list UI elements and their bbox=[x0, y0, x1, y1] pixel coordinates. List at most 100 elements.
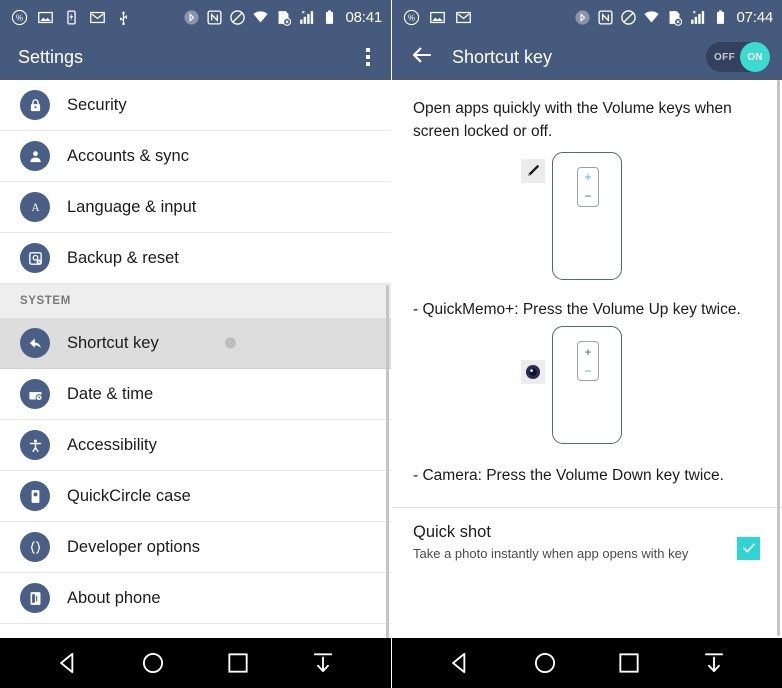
diagram-quickmemo: + − bbox=[392, 144, 782, 299]
home-button[interactable] bbox=[130, 640, 176, 686]
braces-icon bbox=[20, 532, 50, 562]
battery-icon bbox=[717, 9, 725, 24]
sidebar-item-label: Date & time bbox=[67, 384, 154, 403]
status-icons-right: 07:44 bbox=[574, 9, 773, 26]
sidebar-item-label: About phone bbox=[67, 588, 161, 607]
volume-keys-group: + − bbox=[577, 341, 599, 382]
quick-shot-setting[interactable]: Quick shot Take a photo instantly when a… bbox=[392, 508, 782, 563]
gmail-icon bbox=[90, 11, 105, 23]
sidebar-item-developer-options[interactable]: Developer options bbox=[0, 522, 391, 573]
sidebar-item-label: Language & input bbox=[67, 197, 197, 216]
shortcut-key-app-bar: Shortcut key OFF ON bbox=[392, 34, 782, 80]
wifi-icon bbox=[644, 10, 660, 22]
percent-circle-icon: % bbox=[403, 9, 420, 25]
sidebar-item-accessibility[interactable]: Accessibility bbox=[0, 420, 391, 471]
shortcut-key-toggle[interactable]: OFF ON bbox=[706, 42, 770, 72]
status-clock: 08:41 bbox=[345, 8, 382, 26]
accessibility-icon bbox=[20, 430, 50, 460]
intro-description: Open apps quickly with the Volume keys w… bbox=[413, 100, 732, 141]
nfc-icon bbox=[598, 9, 614, 25]
usb-icon bbox=[120, 10, 127, 25]
sidebar-item-backup-reset[interactable]: Backup & reset bbox=[0, 233, 391, 284]
page-title: Settings bbox=[18, 46, 84, 67]
content-scrollbar[interactable] bbox=[777, 80, 780, 636]
bluetooth-icon bbox=[575, 9, 591, 25]
sidebar-item-label: Accounts & sync bbox=[67, 146, 189, 165]
volume-down-key: − bbox=[584, 363, 592, 378]
status-icons-left: % bbox=[403, 9, 472, 26]
quick-shot-text: Quick shot Take a photo instantly when a… bbox=[413, 523, 737, 563]
sidebar-item-quickcircle-case[interactable]: QuickCircle case bbox=[0, 471, 391, 522]
toggle-on-label: ON bbox=[740, 42, 770, 72]
svg-text:%: % bbox=[16, 13, 23, 22]
backup-icon bbox=[20, 243, 50, 273]
back-button[interactable] bbox=[437, 640, 483, 686]
do-not-disturb-icon bbox=[621, 9, 637, 25]
quick-shot-subtitle: Take a photo instantly when app opens wi… bbox=[413, 545, 689, 561]
bluetooth-icon bbox=[184, 9, 200, 25]
hide-navbar-button[interactable] bbox=[300, 640, 346, 686]
sd-card-error-icon bbox=[278, 10, 292, 26]
image-icon bbox=[38, 11, 53, 23]
sidebar-item-label: Shortcut key bbox=[67, 333, 159, 352]
overflow-menu-icon[interactable] bbox=[357, 44, 379, 70]
volume-up-key: + bbox=[584, 170, 592, 184]
sidebar-item-label: QuickCircle case bbox=[67, 486, 191, 505]
touch-ripple-indicator bbox=[225, 337, 236, 349]
svg-text:A: A bbox=[31, 202, 40, 214]
status-bar-right: % 07:44 bbox=[392, 0, 782, 34]
recents-button[interactable] bbox=[215, 640, 261, 686]
back-arrow-icon[interactable] bbox=[410, 43, 434, 72]
caption-quickmemo: - QuickMemo+: Press the Volume Up key tw… bbox=[413, 300, 741, 318]
gmail-icon bbox=[456, 11, 471, 23]
signal-bars-icon bbox=[300, 10, 314, 24]
right-phone-screen: % 07:44 Shortcut key OFF ON Open apps qu… bbox=[391, 0, 782, 688]
wifi-icon bbox=[253, 10, 269, 22]
section-header-system: SYSTEM bbox=[0, 284, 391, 318]
percent-circle-icon: % bbox=[11, 9, 28, 25]
hide-navbar-button[interactable] bbox=[691, 640, 737, 686]
quick-shot-checkbox[interactable] bbox=[737, 536, 760, 560]
recents-button[interactable] bbox=[606, 640, 652, 686]
volume-down-key: − bbox=[584, 189, 592, 203]
do-not-disturb-icon bbox=[230, 9, 246, 25]
caption-camera: - Camera: Press the Volume Down key twic… bbox=[413, 467, 724, 485]
shortcut-key-icon bbox=[20, 328, 50, 358]
sidebar-item-shortcut-key[interactable]: Shortcut key bbox=[0, 318, 391, 369]
phone-info-icon bbox=[20, 583, 50, 613]
volume-up-key: + bbox=[584, 344, 592, 359]
back-button[interactable] bbox=[45, 640, 91, 686]
sidebar-item-language-input[interactable]: A Language & input bbox=[0, 182, 391, 233]
home-button[interactable] bbox=[522, 640, 568, 686]
account-icon bbox=[20, 141, 50, 171]
volume-keys-group: + − bbox=[577, 166, 599, 207]
phone-body-outline: + − bbox=[552, 326, 622, 445]
lock-icon bbox=[20, 90, 50, 120]
list-scrollbar[interactable] bbox=[386, 285, 389, 638]
sidebar-item-label: Developer options bbox=[67, 537, 200, 556]
sidebar-item-security[interactable]: Security bbox=[0, 80, 391, 131]
quick-shot-title: Quick shot bbox=[413, 522, 491, 541]
left-phone-screen: % 08:41 Settings Security Accounts & syn… bbox=[0, 0, 391, 688]
sd-card-error-icon bbox=[669, 10, 683, 26]
settings-app-bar: Settings bbox=[0, 34, 391, 80]
sidebar-item-accounts-sync[interactable]: Accounts & sync bbox=[0, 131, 391, 182]
status-icons-right: 08:41 bbox=[183, 9, 382, 26]
shortcut-key-content: Open apps quickly with the Volume keys w… bbox=[392, 80, 782, 638]
quickcircle-icon bbox=[20, 481, 50, 511]
camera-icon bbox=[521, 360, 545, 385]
status-icons-left: % bbox=[11, 9, 132, 26]
sidebar-item-label: Backup & reset bbox=[67, 248, 179, 267]
navigation-bar-left bbox=[0, 638, 391, 688]
sidebar-item-about-phone[interactable]: About phone bbox=[0, 573, 391, 624]
svg-text:%: % bbox=[408, 13, 415, 22]
pen-quickmemo-icon bbox=[521, 158, 545, 183]
sidebar-item-date-time[interactable]: Date & time bbox=[0, 369, 391, 420]
sidebar-item-label: Accessibility bbox=[67, 435, 157, 454]
diagram-camera: + − bbox=[392, 320, 782, 465]
status-clock: 07:44 bbox=[736, 8, 773, 26]
sidebar-item-label: Security bbox=[67, 95, 127, 114]
nfc-icon bbox=[207, 9, 223, 25]
settings-list[interactable]: Security Accounts & sync A Language & in… bbox=[0, 80, 391, 638]
navigation-bar-right bbox=[392, 638, 782, 688]
